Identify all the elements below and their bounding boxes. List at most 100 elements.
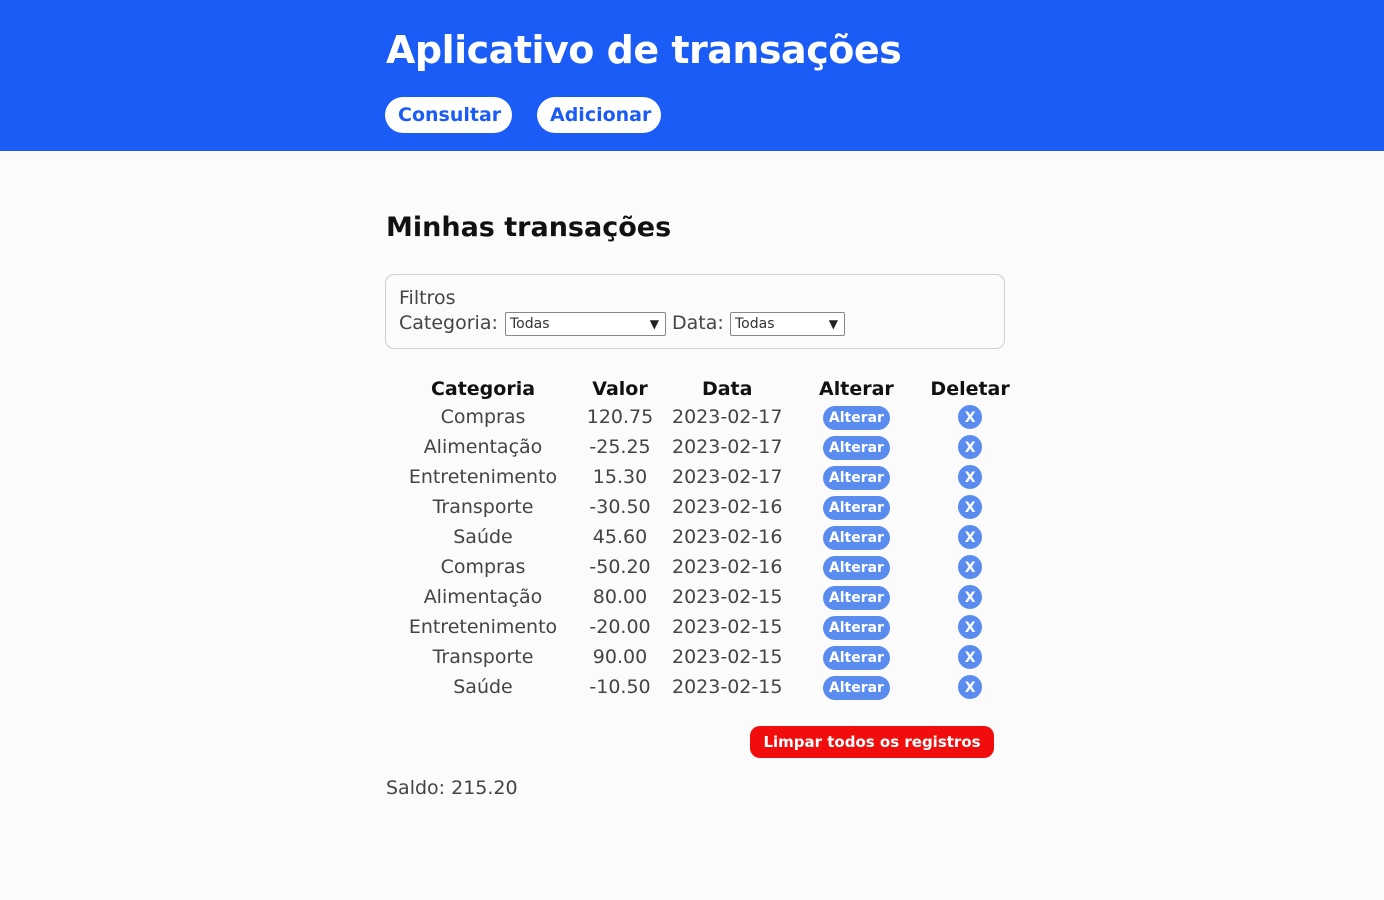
transactions-table: Categoria Valor Data Alterar Deletar Com… — [398, 376, 1010, 702]
cell-valor: 15.30 — [592, 466, 648, 488]
table-row: Compras 120.75 2023-02-17 Alterar X — [398, 402, 1010, 432]
delete-button[interactable]: X — [958, 615, 983, 639]
cell-categoria: Saúde — [453, 676, 513, 698]
delete-button[interactable]: X — [958, 645, 983, 669]
cell-categoria: Compras — [440, 406, 526, 428]
table-row: Entretenimento 15.30 2023-02-17 Alterar X — [398, 462, 1010, 492]
cell-deletar: X — [930, 522, 1009, 552]
cell-deletar: X — [930, 672, 1009, 702]
saldo-text: Saldo: 215.20 — [386, 777, 518, 799]
clear-all-button[interactable]: Limpar todos os registros — [750, 726, 994, 758]
delete-button[interactable]: X — [958, 465, 983, 489]
cell-data: 2023-02-17 — [672, 466, 783, 488]
cell-categoria: Alimentação — [423, 586, 543, 608]
table-row: Alimentação 80.00 2023-02-15 Alterar X — [398, 582, 1010, 612]
nav-consultar-button[interactable]: Consultar — [385, 97, 512, 133]
data-filter-label: Data: — [672, 312, 724, 334]
cell-valor: 45.60 — [592, 526, 648, 548]
table-row: Compras -50.20 2023-02-16 Alterar X — [398, 552, 1010, 582]
categoria-filter-value: Todas — [510, 316, 550, 332]
cell-data: 2023-02-17 — [672, 436, 783, 458]
header-deletar: Deletar — [930, 378, 1010, 400]
cell-alterar: Alterar — [782, 612, 930, 642]
cell-alterar: Alterar — [782, 672, 930, 702]
cell-valor: -10.50 — [589, 676, 651, 698]
alterar-button[interactable]: Alterar — [822, 585, 890, 610]
cell-deletar: X — [930, 582, 1009, 612]
header-alterar: Alterar — [819, 378, 894, 400]
delete-button[interactable]: X — [958, 525, 983, 549]
cell-categoria: Alimentação — [423, 436, 543, 458]
cell-alterar: Alterar — [782, 582, 930, 612]
cell-alterar: Alterar — [782, 642, 930, 672]
cell-valor: -20.00 — [589, 616, 651, 638]
alterar-button[interactable]: Alterar — [822, 645, 890, 670]
table-row: Entretenimento -20.00 2023-02-15 Alterar X — [398, 612, 1010, 642]
cell-data: 2023-02-17 — [672, 406, 783, 428]
categoria-filter-label: Categoria: — [399, 312, 498, 334]
cell-valor: 120.75 — [586, 406, 654, 428]
cell-alterar: Alterar — [782, 552, 930, 582]
cell-data: 2023-02-15 — [672, 676, 783, 698]
delete-button[interactable]: X — [958, 405, 983, 429]
cell-categoria: Entretenimento — [408, 466, 558, 488]
alterar-button[interactable]: Alterar — [822, 465, 890, 490]
data-filter-value: Todas — [735, 316, 775, 332]
page-title: Minhas transações — [386, 212, 672, 243]
cell-categoria: Compras — [440, 556, 526, 578]
app-header: Aplicativo de transações Consultar Adici… — [0, 0, 1384, 151]
alterar-button[interactable]: Alterar — [822, 405, 890, 430]
table-row: Transporte 90.00 2023-02-15 Alterar X — [398, 642, 1010, 672]
alterar-button[interactable]: Alterar — [822, 435, 890, 460]
chevron-down-icon: ▼ — [828, 317, 838, 331]
cell-valor: -50.20 — [589, 556, 651, 578]
table-row: Alimentação -25.25 2023-02-17 Alterar X — [398, 432, 1010, 462]
cell-deletar: X — [930, 552, 1009, 582]
header-data: Data — [701, 378, 753, 400]
cell-valor: -30.50 — [589, 496, 651, 518]
table-row: Saúde -10.50 2023-02-15 Alterar X — [398, 672, 1010, 702]
filters-panel: Filtros Categoria: Todas ▼ Data: Todas ▼ — [385, 274, 1005, 349]
categoria-filter-select[interactable]: Todas ▼ — [505, 312, 666, 336]
alterar-button[interactable]: Alterar — [822, 495, 890, 520]
cell-categoria: Transporte — [432, 496, 534, 518]
cell-data: 2023-02-15 — [672, 616, 783, 638]
cell-alterar: Alterar — [782, 432, 930, 462]
table-header-row: Categoria Valor Data Alterar Deletar — [398, 376, 1010, 402]
cell-data: 2023-02-15 — [672, 586, 783, 608]
cell-deletar: X — [930, 612, 1009, 642]
cell-data: 2023-02-16 — [672, 556, 783, 578]
header-valor: Valor — [592, 378, 648, 400]
cell-valor: 90.00 — [592, 646, 648, 668]
nav-adicionar-button[interactable]: Adicionar — [537, 97, 661, 133]
cell-categoria: Entretenimento — [408, 616, 558, 638]
delete-button[interactable]: X — [958, 555, 983, 579]
alterar-button[interactable]: Alterar — [822, 615, 890, 640]
cell-deletar: X — [930, 462, 1009, 492]
cell-deletar: X — [930, 432, 1009, 462]
table-row: Saúde 45.60 2023-02-16 Alterar X — [398, 522, 1010, 552]
cell-alterar: Alterar — [782, 402, 930, 432]
cell-alterar: Alterar — [782, 522, 930, 552]
header-categoria: Categoria — [430, 378, 536, 400]
cell-data: 2023-02-15 — [672, 646, 783, 668]
delete-button[interactable]: X — [958, 495, 983, 519]
delete-button[interactable]: X — [958, 435, 983, 459]
delete-button[interactable]: X — [958, 675, 983, 699]
data-filter-select[interactable]: Todas ▼ — [730, 312, 845, 336]
cell-data: 2023-02-16 — [672, 496, 783, 518]
alterar-button[interactable]: Alterar — [822, 555, 890, 580]
cell-valor: -25.25 — [589, 436, 651, 458]
cell-data: 2023-02-16 — [672, 526, 783, 548]
table-row: Transporte -30.50 2023-02-16 Alterar X — [398, 492, 1010, 522]
filters-legend: Filtros — [399, 287, 456, 309]
cell-alterar: Alterar — [782, 492, 930, 522]
alterar-button[interactable]: Alterar — [822, 675, 890, 700]
cell-categoria: Saúde — [453, 526, 513, 548]
cell-deletar: X — [930, 642, 1009, 672]
app-title: Aplicativo de transações — [386, 28, 902, 72]
cell-deletar: X — [930, 402, 1009, 432]
delete-button[interactable]: X — [958, 585, 983, 609]
cell-deletar: X — [930, 492, 1009, 522]
alterar-button[interactable]: Alterar — [822, 525, 890, 550]
